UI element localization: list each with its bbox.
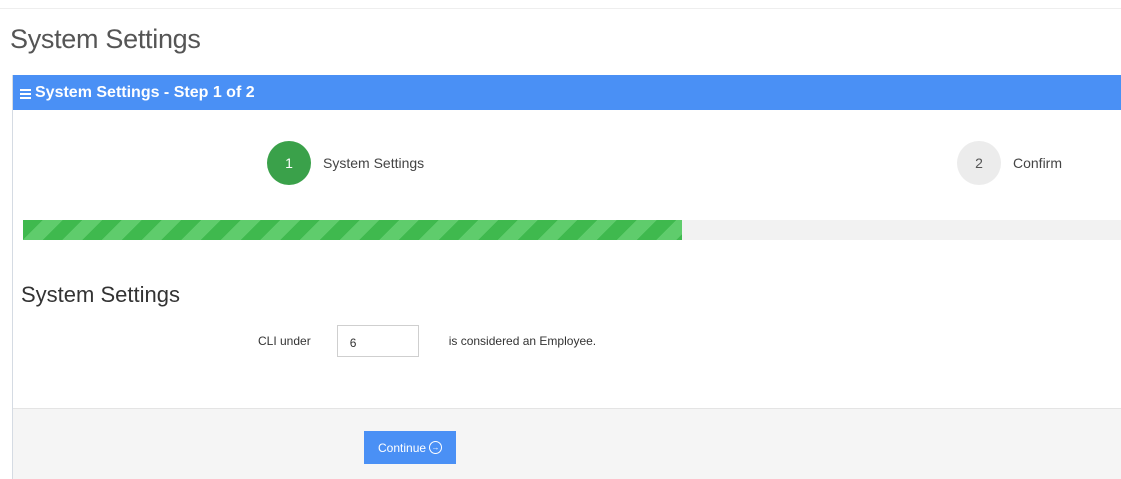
progress-bar: [23, 220, 1121, 240]
step-1-number: 1: [267, 141, 311, 185]
continue-button-label: Continue: [378, 440, 427, 455]
top-divider: [0, 8, 1121, 9]
wizard-step-1[interactable]: 1 System Settings: [267, 141, 424, 185]
section-title: System Settings: [21, 282, 180, 307]
cli-threshold-input[interactable]: [336, 325, 419, 357]
progress-bar-fill: [23, 220, 683, 240]
step-2-number: 2: [957, 141, 1001, 185]
panel-header: System Settings - Step 1 of 2: [13, 75, 1121, 110]
wizard-step-2[interactable]: 2 Confirm: [957, 141, 1062, 185]
step-2-label: Confirm: [1013, 155, 1063, 171]
cli-suffix-text: is considered an Employee.: [448, 334, 597, 348]
cli-setting-row: CLI under is considered an Employee.: [258, 325, 596, 357]
step-1-label: System Settings: [323, 155, 425, 171]
cli-label: CLI under: [258, 334, 311, 348]
panel-header-title: System Settings - Step 1 of 2: [35, 83, 255, 101]
continue-button[interactable]: Continue →: [364, 431, 457, 464]
settings-panel: System Settings - Step 1 of 2 1 System S…: [12, 75, 1121, 479]
panel-footer: Continue →: [13, 408, 1121, 479]
menu-icon: [20, 87, 31, 101]
arrow-circle-right-icon: →: [429, 441, 443, 454]
page-title: System Settings: [10, 24, 201, 54]
